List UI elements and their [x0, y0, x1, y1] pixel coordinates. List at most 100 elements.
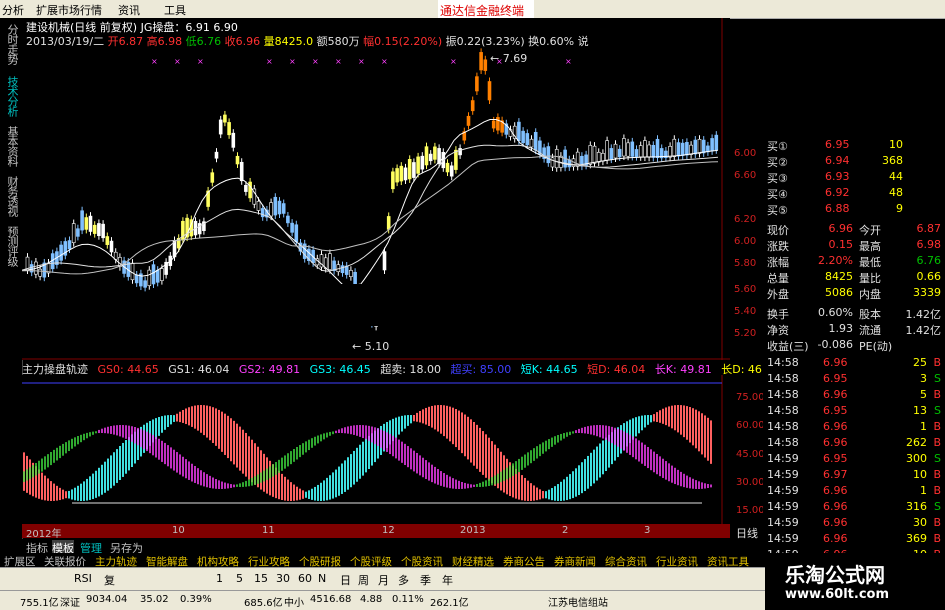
toolbar-button[interactable]: 日 — [340, 572, 351, 588]
tick-row: 14:59 6.95 300 S — [767, 452, 943, 466]
tick-row: 14:59 6.97 10 B — [767, 468, 943, 482]
candle — [651, 145, 656, 158]
candle — [617, 148, 622, 158]
tick-price: 6.96 — [823, 356, 848, 369]
candle — [281, 203, 286, 214]
tick-volume: 13 — [913, 404, 927, 417]
bid-price: 6.94 — [825, 154, 850, 167]
menu-info[interactable]: 资讯 — [118, 2, 140, 18]
tick-volume: 316 — [906, 500, 927, 513]
candle — [517, 121, 521, 142]
tick-row: 14:59 6.96 369 B — [767, 532, 943, 546]
candle — [403, 167, 408, 181]
candle — [550, 157, 555, 168]
toolbar-button[interactable]: 多 — [398, 572, 409, 588]
tab-intraday[interactable]: 分时走势 — [4, 24, 19, 64]
indicator-header: 主力操盘轨迹 GS0: 44.65 GS1: 46.04 GS2: 49.81 … — [22, 361, 772, 376]
candle — [71, 223, 76, 244]
fund-value: 0.60% — [818, 306, 853, 319]
fund-label: 股本 — [859, 308, 881, 321]
ohlc-info: 2013/03/19/二 开6.87 高6.98 低6.76 收6.96 量84… — [26, 33, 589, 49]
candle — [588, 145, 593, 165]
candle — [634, 149, 639, 157]
toolbar-button[interactable]: 15 — [254, 572, 268, 585]
y-label: 5.40 — [734, 306, 757, 317]
brand-box: 通达信金融终端 — [438, 0, 534, 18]
fundamental-row: 收益(三) -0.086 PE(动) — [767, 338, 943, 353]
toolbar-button[interactable]: 复 — [104, 572, 115, 588]
toolbar-button[interactable]: 周 — [358, 572, 369, 588]
amplitude-value: 振0.22(3.23%) — [445, 35, 525, 48]
signal-marker: × — [266, 57, 273, 66]
tick-volume: 300 — [906, 452, 927, 465]
tick-side: B — [933, 420, 941, 433]
tick-side: S — [934, 500, 941, 513]
tick-volume: 369 — [906, 532, 927, 545]
fund-value: 1.42亿 — [905, 324, 942, 337]
toolbar-button[interactable]: 30 — [276, 572, 290, 585]
quote-row: 涨幅 2.20% 最低 6.76 — [767, 254, 943, 269]
tab-forecast[interactable]: 预测评级 — [4, 226, 19, 266]
bid-row: 买② 6.94 368 — [767, 154, 943, 169]
status-item: 江苏电信组站 — [548, 598, 608, 609]
menu-tools[interactable]: 工具 — [164, 2, 186, 18]
close-value: 收6.96 — [224, 35, 261, 48]
toolbar-button[interactable]: 月 — [378, 572, 389, 588]
tab-technical[interactable]: 技术分析 — [4, 76, 19, 116]
brand-title: 通达信金融终端 — [440, 4, 525, 18]
tick-row: 14:58 6.96 25 B — [767, 356, 943, 370]
tick-volume: 3 — [920, 372, 927, 385]
candle — [130, 262, 135, 281]
bid-price: 6.88 — [825, 202, 850, 215]
fund-value: 1.93 — [828, 322, 854, 335]
tick-side: B — [933, 436, 941, 449]
toolbar-button[interactable]: 5 — [236, 572, 243, 585]
candle — [521, 130, 525, 144]
quote-label: 外盘 — [767, 288, 789, 301]
y-label: 5.80 — [734, 258, 757, 269]
toolbar-button[interactable]: N — [318, 572, 326, 585]
ind-y-label: 45.00 — [736, 449, 765, 460]
signal-marker: × — [565, 57, 572, 66]
toolbar-button[interactable]: 年 — [442, 572, 453, 588]
tab-financial[interactable]: 财务透视 — [4, 176, 19, 216]
candle — [223, 114, 227, 123]
candle — [483, 59, 488, 71]
period-toolbar: RSI 复 1 5 15 30 60 N 日周月多季年 — [0, 567, 765, 590]
status-item: 深证 — [60, 598, 80, 609]
candle — [210, 172, 215, 183]
high-marker-value: 7.69 — [502, 52, 528, 65]
date-label: 11 — [262, 525, 275, 536]
candle — [269, 202, 273, 217]
tab-fundamentals[interactable]: 基本资料 — [4, 126, 19, 166]
menu-extended-market[interactable]: 扩展市场行情 — [36, 2, 102, 18]
tick-time: 14:59 — [767, 516, 799, 529]
date-label: 2 — [562, 525, 569, 536]
candle — [382, 251, 387, 271]
candle — [59, 244, 63, 261]
fund-label: 换手 — [767, 308, 789, 321]
candle — [433, 146, 437, 160]
menu-analysis[interactable]: 分析 — [2, 2, 24, 18]
candle — [67, 240, 72, 250]
date-label: 2013 — [460, 525, 486, 536]
bid-row: 买④ 6.92 48 — [767, 186, 943, 201]
tick-row: 14:58 6.95 3 S — [767, 372, 943, 386]
tick-side: B — [933, 532, 941, 545]
high-value: 高6.98 — [146, 35, 183, 48]
quote-label: 涨跌 — [767, 240, 789, 253]
bid-volume: 368 — [882, 154, 903, 167]
indicator-chart[interactable] — [22, 375, 730, 524]
toolbar-button[interactable]: RSI — [74, 572, 92, 585]
watermark: 乐淘公式网 www.60lt.com — [765, 553, 945, 609]
candle — [88, 215, 93, 232]
tick-side: B — [933, 388, 941, 401]
status-item: 262.1亿 — [430, 598, 469, 609]
candle — [105, 236, 110, 245]
bid-volume: 10 — [889, 138, 903, 151]
quote-value: 5086 — [825, 286, 853, 299]
toolbar-button[interactable]: 1 — [216, 572, 223, 585]
toolbar-button[interactable]: 60 — [298, 572, 312, 585]
toolbar-button[interactable]: 季 — [420, 572, 431, 588]
candle — [601, 153, 605, 162]
